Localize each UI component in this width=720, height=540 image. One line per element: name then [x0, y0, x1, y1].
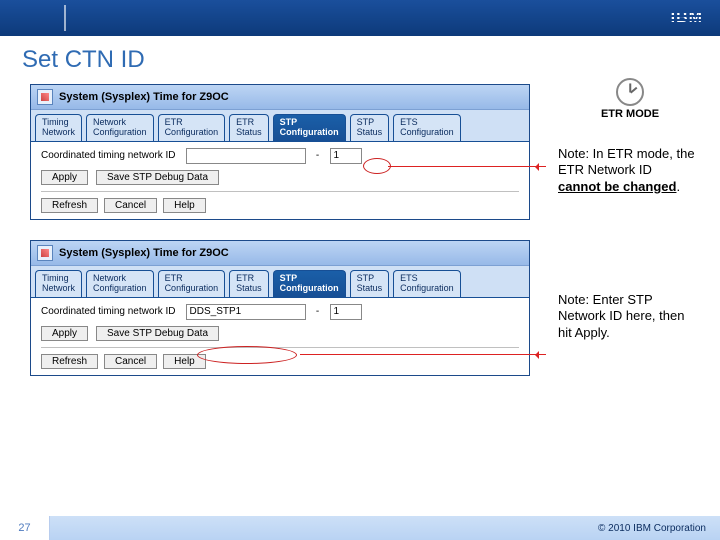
tab-network-config[interactable]: NetworkConfiguration	[86, 270, 154, 297]
panel-stp-actions: Apply Save STP Debug Data	[41, 326, 519, 341]
ctn-id-input-a[interactable]	[186, 304, 306, 320]
ctn-id-label: Coordinated timing network ID	[41, 150, 176, 161]
apply-button[interactable]: Apply	[41, 170, 88, 185]
etr-mode-heading: ETR MODE	[560, 108, 700, 122]
help-button[interactable]: Help	[163, 198, 206, 213]
panel-stp-title: System (Sysplex) Time for Z9OC	[59, 247, 229, 259]
panel-icon	[37, 89, 53, 105]
tab-stp-config[interactable]: STPConfiguration	[273, 270, 346, 297]
note-etr: Note: In ETR mode, the ETR Network ID ca…	[558, 146, 698, 195]
tabs-etr: TimingNetwork NetworkConfiguration ETRCo…	[31, 110, 529, 142]
panel-etr-footer: Refresh Cancel Help	[41, 191, 519, 213]
note-stp: Note: Enter STP Network ID here, then hi…	[558, 292, 698, 341]
copyright: © 2010 IBM Corporation	[598, 523, 706, 534]
ctn-id-label: Coordinated timing network ID	[41, 306, 176, 317]
note-etr-text-b: cannot be changed	[558, 179, 676, 194]
ctn-id-input-b[interactable]	[330, 304, 362, 320]
tab-network-config[interactable]: NetworkConfiguration	[86, 114, 154, 141]
ctn-id-row: Coordinated timing network ID -	[41, 304, 519, 320]
page-number: 27	[0, 516, 50, 540]
panel-icon	[37, 245, 53, 261]
apply-button[interactable]: Apply	[41, 326, 88, 341]
callout-arrow-2	[300, 354, 546, 355]
tab-stp-status[interactable]: STPStatus	[350, 114, 390, 141]
ctn-id-input-b[interactable]	[330, 148, 362, 164]
panel-etr-titlebar: System (Sysplex) Time for Z9OC	[31, 85, 529, 110]
note-etr-text-a: Note: In ETR mode, the ETR Network ID	[558, 146, 695, 177]
save-debug-button[interactable]: Save STP Debug Data	[96, 170, 219, 185]
tab-timing-network[interactable]: TimingNetwork	[35, 114, 82, 141]
tab-etr-status[interactable]: ETRStatus	[229, 270, 269, 297]
ibm-logo: IBM	[670, 9, 704, 27]
panel-stp-titlebar: System (Sysplex) Time for Z9OC	[31, 241, 529, 266]
tab-timing-network[interactable]: TimingNetwork	[35, 270, 82, 297]
tab-stp-config[interactable]: STPConfiguration	[273, 114, 346, 141]
tab-stp-status[interactable]: STPStatus	[350, 270, 390, 297]
panel-etr-body: Coordinated timing network ID - Apply Sa…	[31, 142, 529, 219]
field-sep: -	[316, 306, 320, 317]
field-sep: -	[316, 150, 320, 161]
callout-circle-1	[363, 158, 391, 174]
divider	[64, 5, 66, 31]
refresh-button[interactable]: Refresh	[41, 198, 98, 213]
tab-etr-config[interactable]: ETRConfiguration	[158, 270, 226, 297]
refresh-button[interactable]: Refresh	[41, 354, 98, 369]
ctn-id-row: Coordinated timing network ID -	[41, 148, 519, 164]
tab-ets-config[interactable]: ETSConfiguration	[393, 114, 461, 141]
footer-bar: © 2010 IBM Corporation	[50, 516, 720, 540]
cancel-button[interactable]: Cancel	[104, 198, 157, 213]
panel-etr-actions: Apply Save STP Debug Data	[41, 170, 519, 185]
panel-etr: System (Sysplex) Time for Z9OC TimingNet…	[30, 84, 530, 220]
callout-circle-2	[197, 346, 297, 364]
save-debug-button[interactable]: Save STP Debug Data	[96, 326, 219, 341]
tabs-stp: TimingNetwork NetworkConfiguration ETRCo…	[31, 266, 529, 298]
clock-icon	[616, 78, 644, 106]
etr-mode-block: ETR MODE	[560, 78, 700, 122]
callout-arrow-1	[388, 166, 546, 167]
ctn-id-input-a[interactable]	[186, 148, 306, 164]
note-etr-text-c: .	[676, 179, 680, 194]
panel-etr-title: System (Sysplex) Time for Z9OC	[59, 91, 229, 103]
tab-etr-status[interactable]: ETRStatus	[229, 114, 269, 141]
tab-etr-config[interactable]: ETRConfiguration	[158, 114, 226, 141]
tab-ets-config[interactable]: ETSConfiguration	[393, 270, 461, 297]
panel-stp-body: Coordinated timing network ID - Apply Sa…	[31, 298, 529, 375]
brand-topbar: IBM	[0, 0, 720, 36]
slide-footer: 27 © 2010 IBM Corporation	[0, 516, 720, 540]
slide-title: Set CTN ID	[0, 36, 720, 80]
cancel-button[interactable]: Cancel	[104, 354, 157, 369]
content-area: ETR MODE Note: In ETR mode, the ETR Netw…	[0, 84, 720, 376]
